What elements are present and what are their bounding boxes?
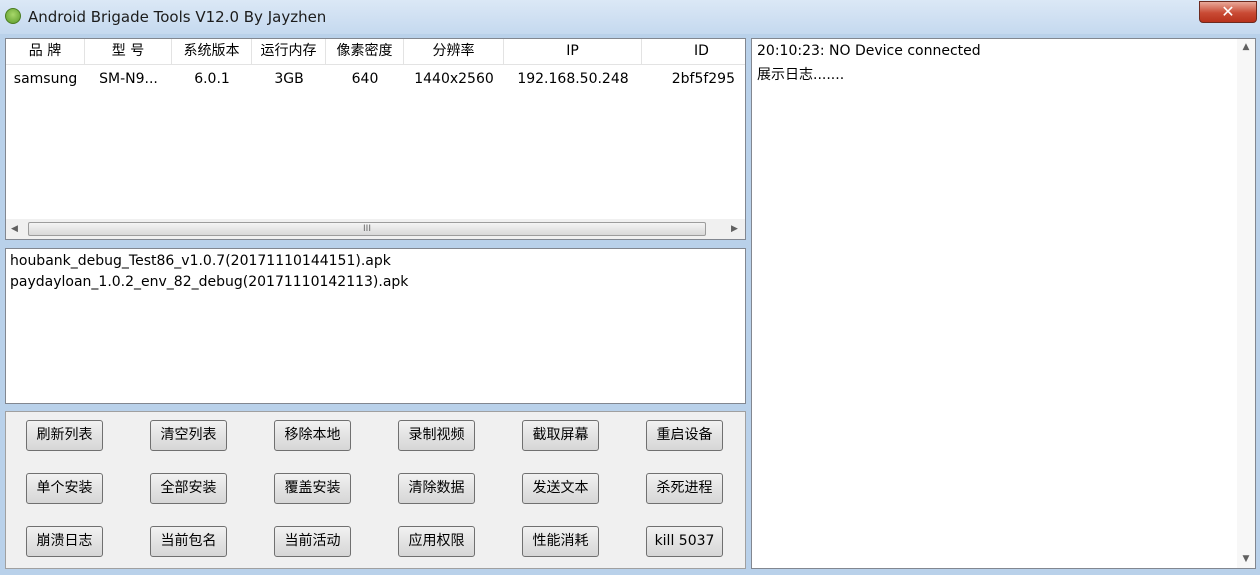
table-row[interactable]: samsung SM-N9... 6.0.1 3GB 640 1440x2560… <box>6 66 745 92</box>
clear-list-button[interactable]: 清空列表 <box>150 420 227 451</box>
cell-density: 640 <box>351 71 379 87</box>
title-bar: Android Brigade Tools V12.0 By Jayzhen ✕ <box>0 0 1260 34</box>
clear-data-button[interactable]: 清除数据 <box>398 473 475 504</box>
log-line: 20:10:23: NO Device connected <box>757 43 981 59</box>
column-header-memory[interactable]: 运行内存 <box>252 39 326 64</box>
log-line: 展示日志....... <box>757 67 845 83</box>
current-package-button[interactable]: 当前包名 <box>150 526 227 557</box>
cell-brand: samsung <box>13 71 78 87</box>
column-header-resolution[interactable]: 分辨率 <box>404 39 504 64</box>
refresh-list-button[interactable]: 刷新列表 <box>26 420 103 451</box>
column-header-density[interactable]: 像素密度 <box>326 39 404 64</box>
performance-button[interactable]: 性能消耗 <box>522 526 599 557</box>
horizontal-scrollbar[interactable]: ◀ III ▶ <box>6 219 745 239</box>
kill-adb-button[interactable]: kill 5037 <box>646 526 723 557</box>
cell-id: 2bf5f295 <box>671 71 735 87</box>
scroll-grip-icon: III <box>363 224 371 234</box>
cell-ip: 192.168.50.248 <box>517 71 629 87</box>
screenshot-button[interactable]: 截取屏幕 <box>522 420 599 451</box>
crash-log-button[interactable]: 崩溃日志 <box>26 526 103 557</box>
scroll-left-icon[interactable]: ◀ <box>6 220 23 239</box>
scroll-down-icon[interactable]: ▼ <box>1237 551 1255 568</box>
table-header: 品 牌 型 号 系统版本 运行内存 像素密度 分辨率 IP ID <box>6 39 745 65</box>
log-output[interactable]: 20:10:23: NO Device connected 展示日志......… <box>751 38 1256 569</box>
overwrite-install-button[interactable]: 覆盖安装 <box>274 473 351 504</box>
scroll-up-icon[interactable]: ▲ <box>1237 39 1255 56</box>
cell-os-version: 6.0.1 <box>194 71 230 87</box>
window-title: Android Brigade Tools V12.0 By Jayzhen <box>28 8 327 26</box>
remove-local-button[interactable]: 移除本地 <box>274 420 351 451</box>
cell-model: SM-N9... <box>99 71 158 87</box>
close-window-button[interactable]: ✕ <box>1199 1 1257 23</box>
kill-process-button[interactable]: 杀死进程 <box>646 473 723 504</box>
column-header-model[interactable]: 型 号 <box>85 39 172 64</box>
send-text-button[interactable]: 发送文本 <box>522 473 599 504</box>
scrollbar-thumb[interactable]: III <box>28 222 706 236</box>
single-install-button[interactable]: 单个安装 <box>26 473 103 504</box>
vertical-scrollbar[interactable]: ▲ ▼ <box>1237 39 1255 568</box>
cell-memory: 3GB <box>274 71 304 87</box>
app-permissions-button[interactable]: 应用权限 <box>398 526 475 557</box>
install-all-button[interactable]: 全部安装 <box>150 473 227 504</box>
column-header-brand[interactable]: 品 牌 <box>6 39 85 64</box>
list-item[interactable]: houbank_debug_Test86_v1.0.7(201711101441… <box>10 253 391 269</box>
reboot-device-button[interactable]: 重启设备 <box>646 420 723 451</box>
device-table: 品 牌 型 号 系统版本 运行内存 像素密度 分辨率 IP ID samsung… <box>5 38 746 240</box>
close-icon: ✕ <box>1221 2 1235 21</box>
current-activity-button[interactable]: 当前活动 <box>274 526 351 557</box>
scroll-right-icon[interactable]: ▶ <box>726 220 743 239</box>
action-button-panel: 刷新列表 清空列表 移除本地 录制视频 截取屏幕 重启设备 单个安装 全部安装 … <box>5 411 746 569</box>
cell-resolution: 1440x2560 <box>414 71 494 87</box>
column-header-ip[interactable]: IP <box>504 39 642 64</box>
apk-list: houbank_debug_Test86_v1.0.7(201711101441… <box>5 248 746 404</box>
column-header-os-version[interactable]: 系统版本 <box>172 39 252 64</box>
list-item[interactable]: paydayloan_1.0.2_env_82_debug(2017111014… <box>10 274 408 290</box>
column-header-id[interactable]: ID <box>642 39 745 64</box>
record-video-button[interactable]: 录制视频 <box>398 420 475 451</box>
android-app-icon <box>5 8 21 24</box>
